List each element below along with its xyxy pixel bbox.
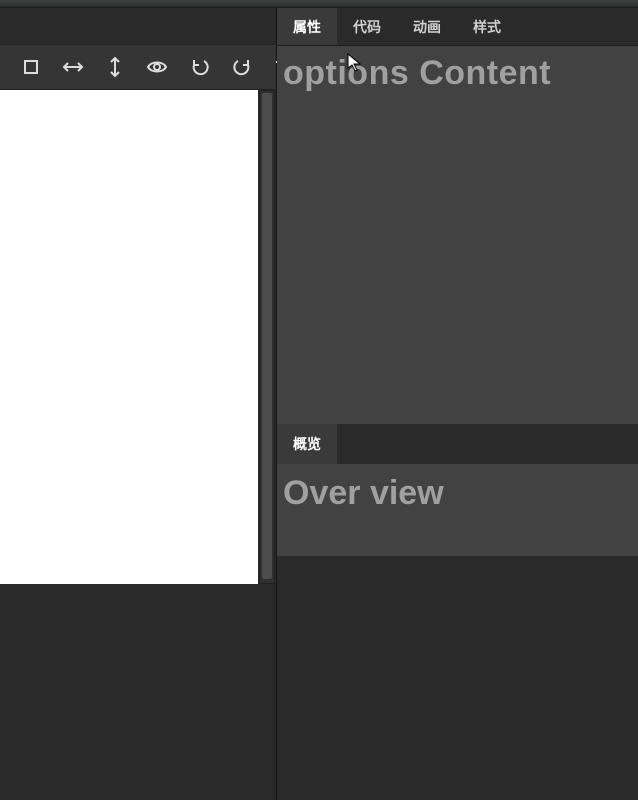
canvas-area [0, 90, 276, 800]
overview-tabs: 概览 [277, 424, 638, 464]
overview-panel: Over view [277, 464, 638, 556]
arrows-horizontal-icon [62, 58, 84, 76]
canvas-scrollbar-thumb[interactable] [262, 93, 272, 579]
visibility-tool[interactable] [146, 54, 168, 80]
redo-tool[interactable] [232, 54, 252, 80]
overview-panel-title: Over view [283, 474, 632, 513]
undo-tool[interactable] [190, 54, 210, 80]
undo-icon [190, 57, 210, 77]
arrows-vertical-icon [106, 56, 124, 78]
canvas[interactable] [0, 90, 258, 584]
tab-properties[interactable]: 属性 [277, 8, 337, 45]
options-panel: options Content [277, 46, 638, 424]
tab-animation[interactable]: 动画 [397, 8, 457, 45]
app-body: 属性 代码 动画 样式 options Content 概览 Over view [0, 8, 638, 800]
resize-vertical-tool[interactable] [106, 54, 124, 80]
inspector-tabs: 属性 代码 动画 样式 [277, 8, 638, 46]
left-column [0, 8, 277, 800]
tab-code[interactable]: 代码 [337, 8, 397, 45]
right-column-fill [277, 556, 638, 800]
square-icon [22, 58, 40, 76]
canvas-scrollbar[interactable] [259, 90, 275, 584]
tab-overview[interactable]: 概览 [277, 424, 337, 464]
redo-icon [232, 57, 252, 77]
title-bar-edge [0, 0, 638, 8]
right-column: 属性 代码 动画 样式 options Content 概览 Over view [277, 8, 638, 800]
eye-icon [146, 58, 168, 76]
left-column-gap [0, 8, 276, 44]
app-root: 属性 代码 动画 样式 options Content 概览 Over view [0, 0, 638, 800]
canvas-toolbar [0, 44, 276, 90]
options-panel-title: options Content [283, 54, 632, 93]
canvas-below-fill [0, 584, 276, 800]
select-tool[interactable] [22, 54, 40, 80]
tab-style[interactable]: 样式 [457, 8, 517, 45]
resize-horizontal-tool[interactable] [62, 54, 84, 80]
